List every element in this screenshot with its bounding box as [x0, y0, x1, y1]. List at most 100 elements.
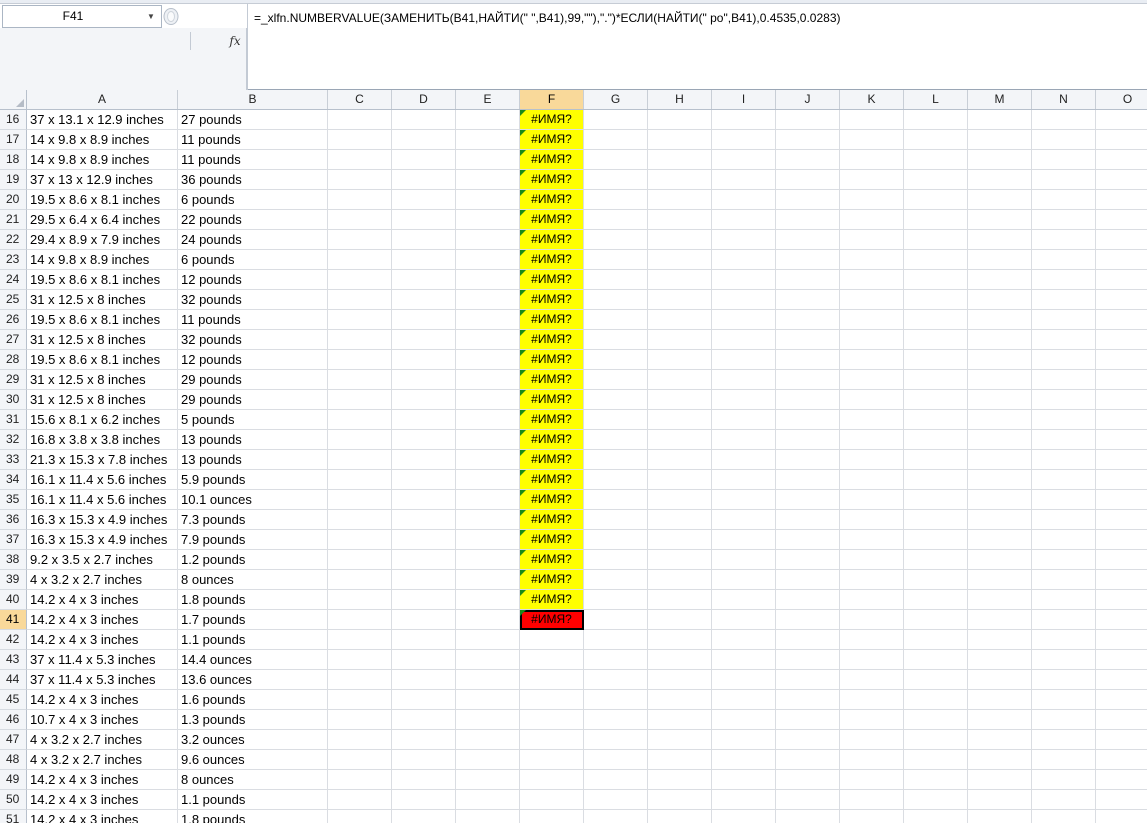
cell-k[interactable]	[840, 730, 904, 750]
row-header[interactable]: 30	[0, 390, 27, 410]
cell-c[interactable]	[328, 790, 392, 810]
spreadsheet-grid[interactable]: ABCDEFGHIJKLMNO 16 37 x 13.1 x 12.9 inche…	[0, 90, 1147, 823]
cell-e[interactable]	[456, 350, 520, 370]
cell-c[interactable]	[328, 370, 392, 390]
cell-e[interactable]	[456, 650, 520, 670]
cell-i[interactable]	[712, 550, 776, 570]
cell-o[interactable]	[1096, 710, 1147, 730]
cell-h[interactable]	[648, 210, 712, 230]
cell-h[interactable]	[648, 590, 712, 610]
row-header[interactable]: 33	[0, 450, 27, 470]
cell-h[interactable]	[648, 690, 712, 710]
cell-b[interactable]: 3.2 ounces	[178, 730, 328, 750]
cell-a[interactable]: 16.3 x 15.3 x 4.9 inches	[27, 530, 178, 550]
cell-d[interactable]	[392, 770, 456, 790]
cell-l[interactable]	[904, 490, 968, 510]
fx-icon[interactable]: fx	[227, 32, 243, 50]
cell-n[interactable]	[1032, 450, 1096, 470]
cell-o[interactable]	[1096, 450, 1147, 470]
row-header[interactable]: 18	[0, 150, 27, 170]
cell-k[interactable]	[840, 610, 904, 630]
cell-j[interactable]	[776, 150, 840, 170]
cell-e[interactable]	[456, 710, 520, 730]
cell-a[interactable]: 37 x 11.4 x 5.3 inches	[27, 650, 178, 670]
cell-g[interactable]	[584, 410, 648, 430]
cell-b[interactable]: 7.3 pounds	[178, 510, 328, 530]
cell-n[interactable]	[1032, 330, 1096, 350]
cell-d[interactable]	[392, 810, 456, 823]
cell-f[interactable]: #ИМЯ?	[520, 270, 584, 290]
cell-k[interactable]	[840, 770, 904, 790]
cell-a[interactable]: 21.3 x 15.3 x 7.8 inches	[27, 450, 178, 470]
cell-j[interactable]	[776, 290, 840, 310]
row-header[interactable]: 51	[0, 810, 27, 823]
cell-m[interactable]	[968, 230, 1032, 250]
cell-c[interactable]	[328, 390, 392, 410]
cell-a[interactable]: 4 x 3.2 x 2.7 inches	[27, 750, 178, 770]
cell-i[interactable]	[712, 330, 776, 350]
row-header[interactable]: 25	[0, 290, 27, 310]
cell-g[interactable]	[584, 450, 648, 470]
cell-c[interactable]	[328, 770, 392, 790]
cell-i[interactable]	[712, 470, 776, 490]
cell-g[interactable]	[584, 630, 648, 650]
column-header-h[interactable]: H	[648, 90, 712, 109]
cell-n[interactable]	[1032, 170, 1096, 190]
select-all-button[interactable]	[0, 90, 27, 109]
cell-k[interactable]	[840, 490, 904, 510]
cell-b[interactable]: 5 pounds	[178, 410, 328, 430]
cell-i[interactable]	[712, 510, 776, 530]
cell-l[interactable]	[904, 250, 968, 270]
cell-d[interactable]	[392, 710, 456, 730]
cell-g[interactable]	[584, 470, 648, 490]
cell-d[interactable]	[392, 210, 456, 230]
cell-a[interactable]: 29.4 x 8.9 x 7.9 inches	[27, 230, 178, 250]
cell-i[interactable]	[712, 390, 776, 410]
cell-c[interactable]	[328, 330, 392, 350]
cell-a[interactable]: 37 x 11.4 x 5.3 inches	[27, 670, 178, 690]
cell-o[interactable]	[1096, 330, 1147, 350]
cell-m[interactable]	[968, 550, 1032, 570]
cell-i[interactable]	[712, 290, 776, 310]
row-header[interactable]: 22	[0, 230, 27, 250]
cell-l[interactable]	[904, 450, 968, 470]
cell-c[interactable]	[328, 670, 392, 690]
cell-e[interactable]	[456, 190, 520, 210]
cell-c[interactable]	[328, 730, 392, 750]
cell-f[interactable]: #ИМЯ?	[520, 410, 584, 430]
cell-l[interactable]	[904, 150, 968, 170]
cell-n[interactable]	[1032, 290, 1096, 310]
cell-d[interactable]	[392, 530, 456, 550]
cell-n[interactable]	[1032, 730, 1096, 750]
cell-e[interactable]	[456, 110, 520, 130]
cell-e[interactable]	[456, 610, 520, 630]
cell-g[interactable]	[584, 730, 648, 750]
cell-a[interactable]: 19.5 x 8.6 x 8.1 inches	[27, 270, 178, 290]
cell-e[interactable]	[456, 430, 520, 450]
cell-d[interactable]	[392, 330, 456, 350]
cell-c[interactable]	[328, 710, 392, 730]
cell-m[interactable]	[968, 250, 1032, 270]
cell-l[interactable]	[904, 290, 968, 310]
cell-h[interactable]	[648, 710, 712, 730]
cell-l[interactable]	[904, 570, 968, 590]
cell-a[interactable]: 9.2 x 3.5 x 2.7 inches	[27, 550, 178, 570]
cell-e[interactable]	[456, 570, 520, 590]
cell-i[interactable]	[712, 630, 776, 650]
cell-o[interactable]	[1096, 530, 1147, 550]
cell-g[interactable]	[584, 750, 648, 770]
row-header[interactable]: 17	[0, 130, 27, 150]
cell-c[interactable]	[328, 550, 392, 570]
row-header[interactable]: 48	[0, 750, 27, 770]
cell-f[interactable]: #ИМЯ?	[520, 590, 584, 610]
cell-a[interactable]: 14 x 9.8 x 8.9 inches	[27, 150, 178, 170]
cell-l[interactable]	[904, 510, 968, 530]
cell-e[interactable]	[456, 130, 520, 150]
cell-e[interactable]	[456, 490, 520, 510]
cell-h[interactable]	[648, 770, 712, 790]
cell-l[interactable]	[904, 690, 968, 710]
cell-h[interactable]	[648, 430, 712, 450]
cell-e[interactable]	[456, 790, 520, 810]
cell-k[interactable]	[840, 410, 904, 430]
cell-c[interactable]	[328, 210, 392, 230]
